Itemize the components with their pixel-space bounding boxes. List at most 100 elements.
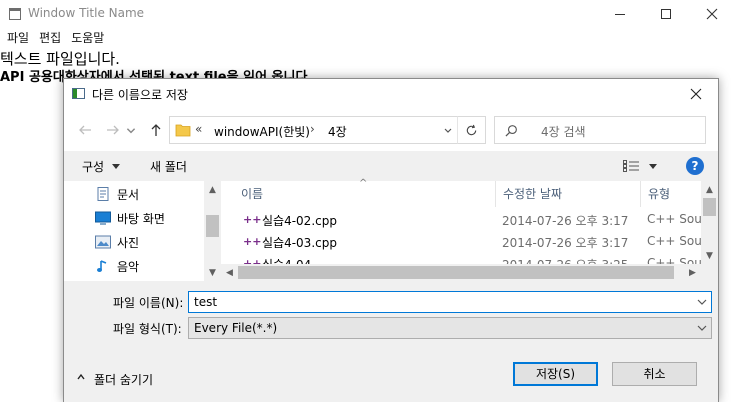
dialog-title: 다른 이름으로 저장	[92, 88, 188, 102]
menu-bar: 파일 편집 도움말	[0, 28, 735, 48]
chevron-down-icon	[444, 128, 452, 133]
filetype-label: 파일 형식(T):	[113, 322, 182, 336]
chevron-down-icon	[697, 325, 707, 331]
file-row[interactable]: ++ 실습4-03.cpp 2014-07-26 오후 3:17 C++ Sou…	[221, 231, 701, 253]
scroll-up-icon[interactable]: ▲	[701, 181, 718, 198]
window-title: Window Title Name	[28, 6, 145, 20]
main-titlebar: Window Title Name	[0, 0, 735, 28]
menu-edit[interactable]: 편집	[34, 28, 66, 48]
file-date: 2014-07-26 오후 3:17	[502, 236, 629, 250]
help-icon[interactable]: ?	[686, 157, 704, 175]
caret-down-icon[interactable]	[649, 164, 657, 169]
scrollbar-thumb[interactable]	[703, 198, 716, 216]
chevron-up-icon	[77, 373, 85, 380]
filename-value: test	[194, 295, 218, 309]
file-name: 실습4-04	[262, 256, 311, 264]
scrollbar-thumb[interactable]	[238, 266, 674, 279]
file-type: C++ Sour	[647, 234, 701, 248]
file-row[interactable]: ++ 실습4-02.cpp 2014-07-26 오후 3:17 C++ Sou…	[221, 209, 701, 231]
organize-button[interactable]: 구성	[82, 158, 104, 175]
file-type: C++ Sour	[647, 256, 701, 264]
column-header-date[interactable]: 수정한 날짜	[495, 181, 640, 207]
chevron-down-icon	[126, 128, 136, 134]
file-row[interactable]: ++ 실습4-04 2014-07-26 오후 3:25 C++ Sour	[221, 253, 701, 264]
arrow-left-icon	[79, 125, 91, 135]
app-window-icon	[9, 8, 21, 20]
save-form: 파일 이름(N): test 파일 형식(T): Every File(*.*)…	[64, 281, 718, 402]
cpp-file-icon: ++	[243, 257, 262, 264]
cancel-button[interactable]: 취소	[612, 362, 697, 386]
nav-item-label: 사진	[117, 236, 140, 250]
refresh-icon	[466, 124, 477, 135]
filetype-select[interactable]: Every File(*.*)	[188, 317, 712, 339]
arrow-right-icon	[107, 125, 119, 135]
pictures-icon	[95, 235, 111, 249]
arrow-up-icon	[151, 124, 161, 136]
documents-icon	[97, 187, 109, 201]
search-placeholder: 4장 검색	[541, 125, 586, 139]
navigation-row: « windowAPI(한빛) › 4장 4장 검색	[64, 109, 718, 151]
save-button[interactable]: 저장(S)	[513, 362, 598, 386]
scroll-down-icon[interactable]: ▼	[701, 247, 718, 264]
filetype-value: Every File(*.*)	[194, 321, 278, 335]
view-options-icon[interactable]	[623, 160, 639, 172]
dialog-titlebar: 다른 이름으로 저장	[64, 79, 718, 109]
address-history-dropdown[interactable]	[439, 116, 457, 144]
new-folder-button[interactable]: 새 폴더	[150, 158, 187, 175]
file-list: ^ 이름 수정한 날짜 유형 ++ 실습4-02.cpp 2014-07-26 …	[221, 179, 718, 281]
nav-item-label: 바탕 화면	[117, 212, 165, 226]
forward-button[interactable]	[102, 120, 124, 140]
back-button[interactable]	[74, 120, 96, 140]
search-icon	[505, 125, 517, 137]
file-list-vertical-scrollbar[interactable]: ▲ ▼	[701, 181, 718, 281]
breadcrumb-segment[interactable]: windowAPI(한빛)	[214, 123, 310, 140]
scroll-down-icon[interactable]: ▼	[204, 264, 221, 281]
folder-icon	[175, 124, 191, 137]
music-icon	[97, 260, 107, 272]
column-header-name[interactable]: 이름	[221, 181, 495, 207]
address-overflow-chevron[interactable]: «	[195, 122, 202, 136]
scroll-left-icon[interactable]: ◀	[221, 264, 238, 281]
file-name: 실습4-02.cpp	[262, 214, 337, 228]
dialog-window-icon	[72, 88, 85, 99]
file-date: 2014-07-26 오후 3:25	[502, 256, 628, 264]
chevron-down-icon[interactable]	[697, 298, 707, 306]
hide-folders-label: 폴더 숨기기	[94, 373, 154, 387]
scroll-right-icon[interactable]: ▶	[684, 264, 701, 281]
nav-pane-scrollbar[interactable]: ▲ ▼	[204, 181, 221, 281]
cpp-file-icon: ++	[243, 213, 262, 226]
minimize-icon	[615, 13, 625, 15]
file-date: 2014-07-26 오후 3:17	[502, 214, 629, 228]
menu-help[interactable]: 도움말	[66, 28, 109, 48]
up-button[interactable]	[145, 120, 167, 140]
breadcrumb-segment[interactable]: 4장	[328, 123, 347, 140]
nav-item-label: 음악	[117, 260, 140, 274]
maximize-icon	[661, 9, 671, 19]
filename-label: 파일 이름(N):	[113, 296, 184, 310]
filename-field[interactable]: test	[188, 291, 712, 313]
close-icon	[690, 88, 702, 100]
dialog-close-button[interactable]	[674, 79, 718, 109]
recent-locations-button[interactable]	[125, 120, 137, 140]
breadcrumb-separator[interactable]: ›	[310, 122, 315, 136]
desktop-icon	[95, 211, 111, 225]
refresh-button[interactable]	[457, 116, 486, 144]
column-header-type[interactable]: 유형	[640, 181, 700, 207]
maximize-button[interactable]	[643, 0, 689, 28]
file-name: 실습4-03.cpp	[262, 236, 337, 250]
close-icon	[706, 8, 718, 20]
minimize-button[interactable]	[597, 0, 643, 28]
file-list-horizontal-scrollbar[interactable]: ◀ ▶	[221, 264, 701, 281]
file-type: C++ Sour	[647, 212, 701, 226]
search-input[interactable]: 4장 검색	[494, 116, 706, 144]
menu-file[interactable]: 파일	[2, 28, 34, 48]
caret-down-icon	[112, 164, 120, 169]
navigation-pane: 문서 바탕 화면 사진 음악 ▲ ▼	[64, 181, 221, 281]
scroll-up-icon[interactable]: ▲	[204, 181, 221, 198]
cpp-file-icon: ++	[243, 235, 262, 248]
command-bar: 구성 새 폴더 ?	[64, 151, 718, 181]
nav-item-label: 문서	[117, 188, 140, 202]
window-close-button[interactable]	[689, 0, 735, 28]
scrollbar-thumb[interactable]	[206, 215, 219, 237]
save-as-dialog: 다른 이름으로 저장 « windowAPI(한빛) › 4장 4장 검색 구성…	[63, 78, 719, 402]
